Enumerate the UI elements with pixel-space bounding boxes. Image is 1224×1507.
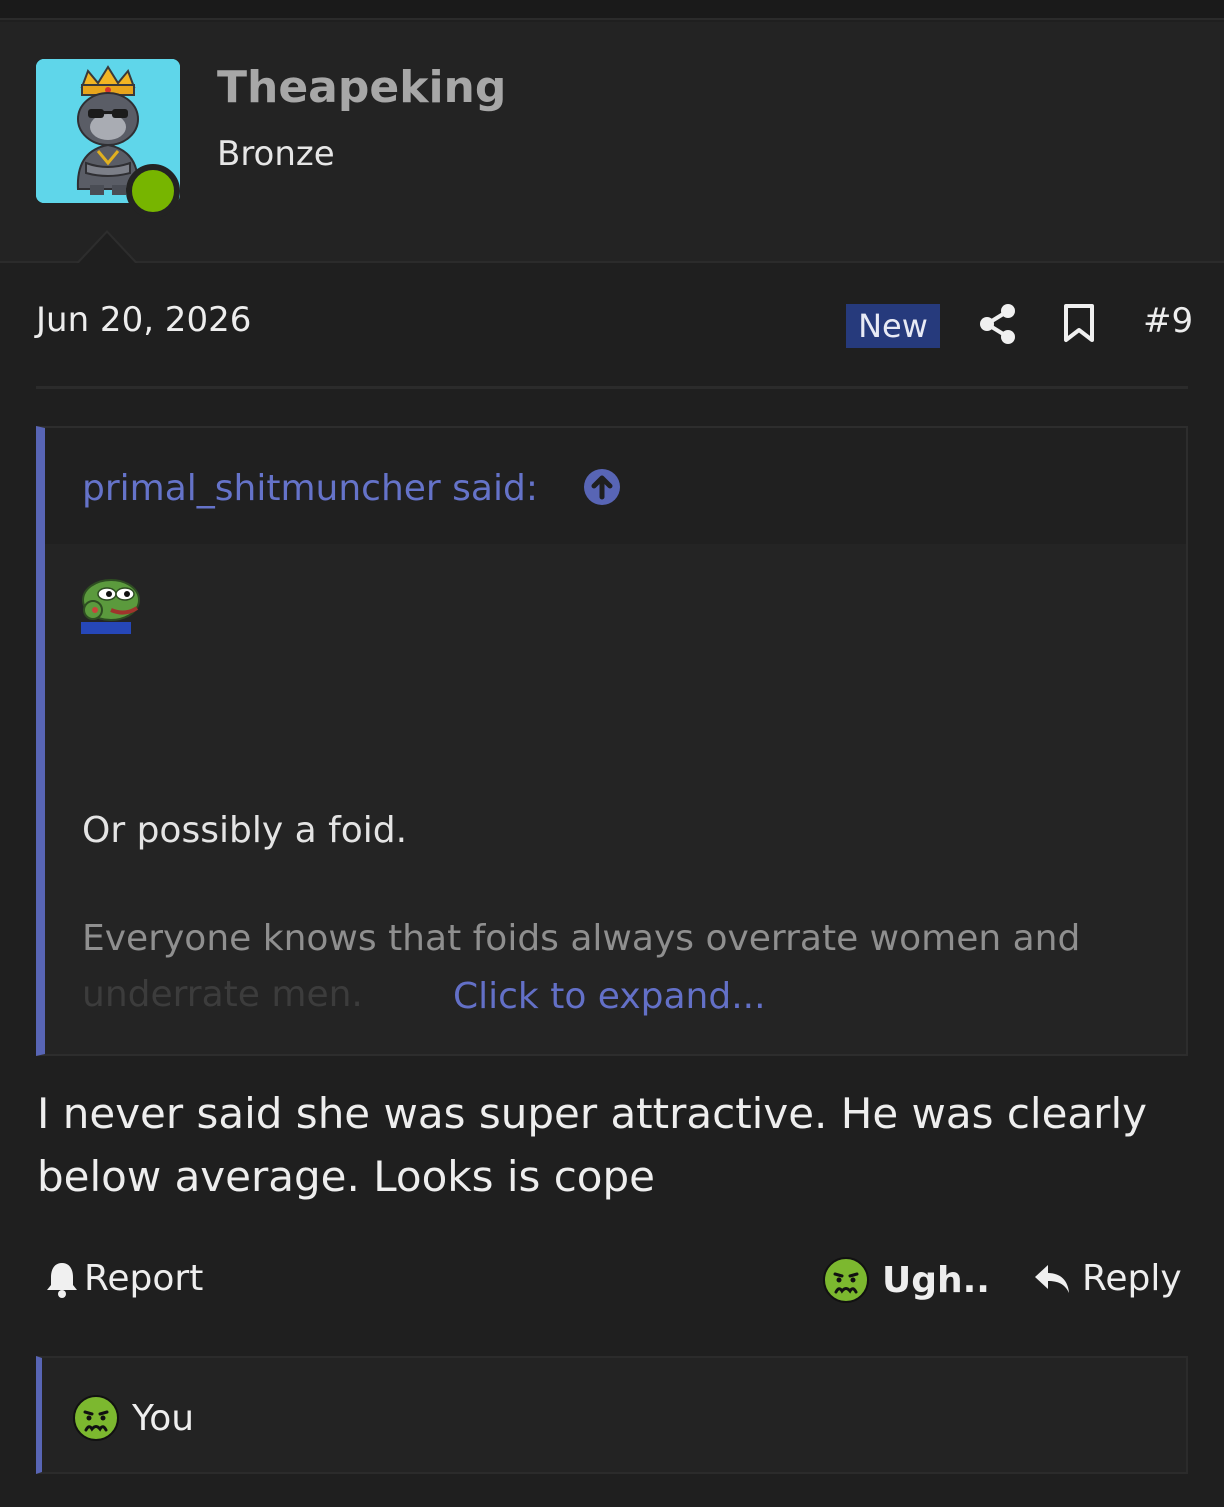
reaction-user: You [132, 1397, 195, 1439]
quote-text-faded: underrate men. [82, 974, 363, 1015]
reply-label: Reply [1082, 1258, 1182, 1299]
quote-block: primal_shitmuncher said: Or possibly a f… [36, 426, 1188, 1056]
bookmark-icon[interactable] [1062, 303, 1096, 343]
header-pointer [76, 230, 138, 264]
reaction-button[interactable]: Ugh.. [822, 1256, 990, 1304]
pepe-ok-emoji [81, 576, 141, 634]
quote-text-faded: Everyone knows that foids always overrat… [82, 918, 1081, 959]
user-title: Bronze [217, 134, 335, 174]
post-body: I never said she was super attractive. H… [37, 1089, 1147, 1201]
post-date[interactable]: Jun 20, 2026 [36, 300, 251, 340]
bell-icon [47, 1262, 77, 1298]
online-status-dot [126, 164, 180, 218]
report-label: Report [84, 1258, 204, 1299]
sick-face-icon [73, 1395, 119, 1441]
new-badge: New [846, 304, 940, 348]
sick-face-icon [823, 1257, 869, 1303]
reaction-label: Ugh.. [882, 1259, 990, 1301]
post-action-bar: Report Ugh.. Reply [0, 1250, 1224, 1314]
username[interactable]: Theapeking [217, 62, 506, 113]
share-icon[interactable] [978, 302, 1018, 346]
reactions-list[interactable]: You [36, 1356, 1188, 1474]
reply-arrow-icon [1035, 1264, 1069, 1293]
divider [36, 386, 1188, 389]
top-strip [0, 0, 1224, 20]
quote-header: primal_shitmuncher said: [45, 428, 1186, 544]
click-to-expand-link[interactable]: Click to expand... [453, 976, 766, 1017]
quote-author-link[interactable]: primal_shitmuncher said: [82, 468, 538, 509]
user-header: Theapeking Bronze [0, 22, 1224, 263]
arrow-up-circle-icon[interactable] [583, 468, 621, 506]
report-button[interactable]: Report [44, 1258, 203, 1299]
reply-button[interactable]: Reply [1032, 1258, 1182, 1299]
quote-text: Or possibly a foid. [82, 810, 408, 851]
post-number-link[interactable]: #9 [1143, 301, 1193, 341]
